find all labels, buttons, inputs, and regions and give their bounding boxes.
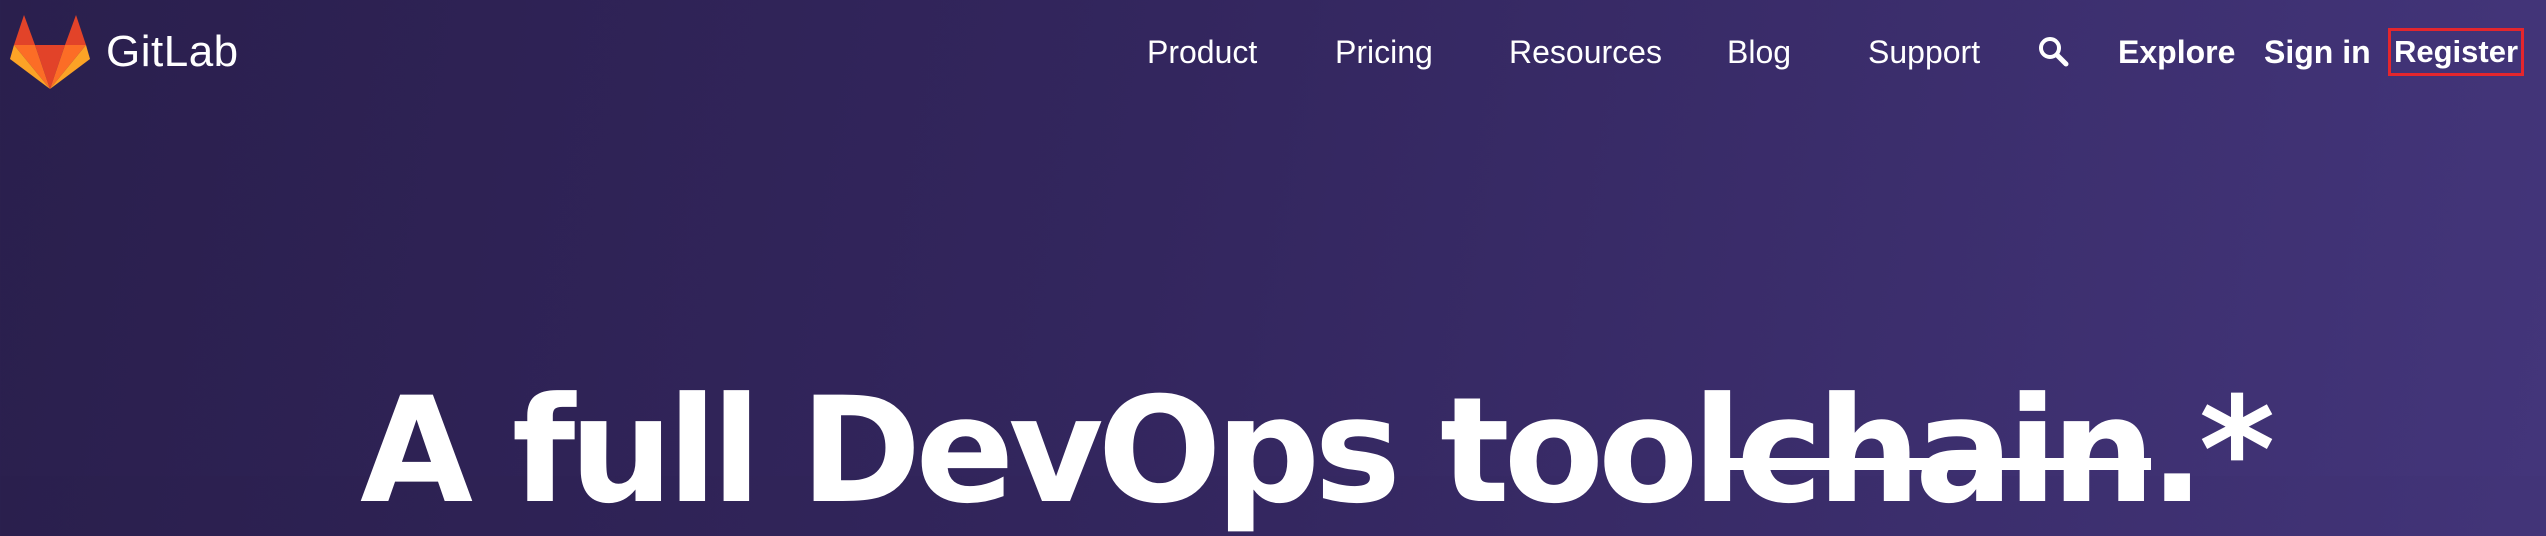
sign-in-link[interactable]: Sign in [2264, 30, 2371, 74]
hero-struck-word: chain [1728, 365, 2155, 536]
explore-link[interactable]: Explore [2118, 30, 2235, 74]
search-icon[interactable] [2036, 34, 2072, 70]
nav-item-support[interactable]: Support [1868, 30, 1980, 74]
nav-item-product[interactable]: Product [1147, 30, 1257, 74]
hero-suffix: .* [2149, 365, 2275, 536]
hero-text-prefix: A full DevOps tool [360, 365, 1742, 536]
hero-headline: A full DevOps toolchain.* [360, 365, 2275, 536]
nav-item-pricing[interactable]: Pricing [1335, 30, 1433, 74]
nav-item-blog[interactable]: Blog [1727, 30, 1791, 74]
register-button[interactable]: Register [2388, 28, 2524, 76]
nav-item-resources[interactable]: Resources [1509, 30, 1662, 74]
main-nav: Product Pricing Resources Blog Support E… [0, 0, 2546, 105]
site-header: GitLab Product Pricing Resources Blog Su… [0, 0, 2546, 105]
